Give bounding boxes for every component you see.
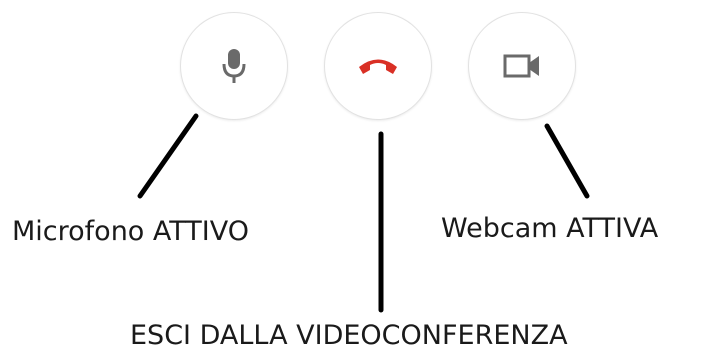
webcam-status-label: Webcam ATTIVA — [441, 213, 659, 244]
webcam-pointer-line — [544, 123, 590, 199]
leave-call-label: ESCI DALLA VIDEOCONFERENZA — [130, 320, 568, 351]
microphone-status-label: Microfono ATTIVO — [12, 216, 250, 247]
microphone-pointer-line — [137, 113, 199, 199]
pointer-lines — [137, 113, 590, 313]
